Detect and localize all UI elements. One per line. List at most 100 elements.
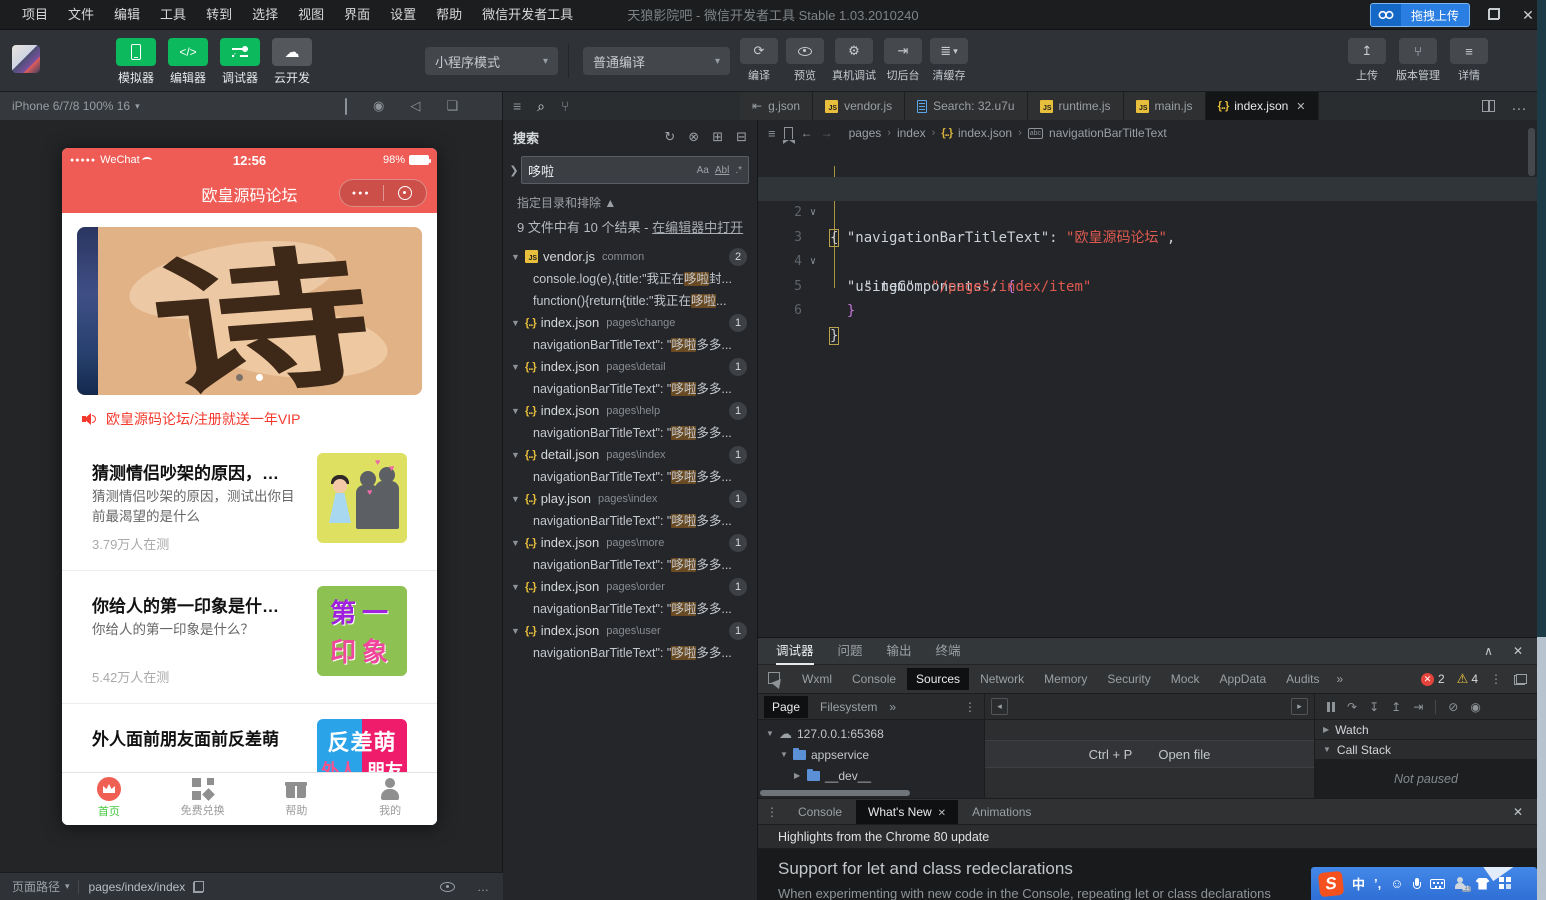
tree-toggle-icon[interactable]: ▼ <box>511 252 523 262</box>
deactivate-breakpoints-icon[interactable]: ⊘ <box>1448 700 1458 714</box>
tree-toggle-icon[interactable]: ▶ <box>794 771 802 780</box>
devtools-tab-wxml[interactable]: Wxml <box>793 668 841 690</box>
tree-toggle-icon[interactable]: ▼ <box>511 538 523 548</box>
result-file-row[interactable]: ▼ JS vendor.js common 2 <box>503 246 757 268</box>
menu-goto[interactable]: 转到 <box>196 0 242 30</box>
visibility-icon[interactable] <box>440 881 455 892</box>
section-toggle-icon[interactable]: ▶ <box>1323 725 1329 734</box>
sources-tab-page[interactable]: Page <box>764 695 809 718</box>
whole-word-icon[interactable]: Abl <box>715 165 729 176</box>
result-file-row[interactable]: ▼ {..} index.json pages\change 1 <box>503 312 757 334</box>
page-path-label[interactable]: 页面路径 <box>12 878 60 895</box>
user-badge-icon[interactable]: 21 <box>1454 877 1471 892</box>
tree-toggle-icon[interactable]: ▼ <box>511 362 523 372</box>
result-match-row[interactable]: navigationBarTitleText": "哆啦多多... <box>503 642 757 664</box>
result-file-row[interactable]: ▼ {..} index.json pages\user 1 <box>503 620 757 642</box>
version-manage-button[interactable]: ⑂ 版本管理 <box>1396 38 1440 83</box>
microphone-icon[interactable] <box>1412 877 1421 890</box>
split-editor-icon[interactable] <box>1482 100 1495 112</box>
menu-select[interactable]: 选择 <box>242 0 288 30</box>
next-panel-icon[interactable]: ▸ <box>1291 698 1308 715</box>
forward-icon[interactable]: → <box>821 126 833 140</box>
devtools-tab-network[interactable]: Network <box>971 668 1033 690</box>
drag-upload-button[interactable]: 拖拽上传 <box>1369 3 1470 27</box>
step-into-icon[interactable]: ↧ <box>1369 700 1379 714</box>
tab-g-json[interactable]: ⇤ g.json <box>740 92 814 120</box>
tabbar-exchange[interactable]: 免费兑换 <box>156 773 250 822</box>
clear-cache-button[interactable]: ≣ ▾ 清缓存 <box>930 38 968 83</box>
dir-filter-toggle[interactable]: 指定目录和排除 ▲ <box>503 190 757 213</box>
match-case-icon[interactable]: Aa <box>697 165 709 176</box>
preview-button[interactable]: 预览 <box>786 38 824 83</box>
watch-section[interactable]: ▶ Watch <box>1315 720 1537 740</box>
inspect-icon[interactable] <box>768 671 783 687</box>
banner-carousel[interactable]: 诗 <box>77 227 422 395</box>
result-file-row[interactable]: ▼ {..} play.json pages\index 1 <box>503 488 757 510</box>
section-toggle-icon[interactable]: ▼ <box>1323 745 1331 754</box>
sidebar-menu-icon[interactable]: ⋮ <box>964 700 976 714</box>
tree-toggle-icon[interactable]: ▼ <box>780 750 788 759</box>
panel-tab-debugger[interactable]: 调试器 <box>776 638 814 665</box>
emoji-icon[interactable]: ☺ <box>1390 876 1403 891</box>
drawer-tab-whats-new[interactable]: What's New ✕ <box>856 799 959 824</box>
record-icon[interactable]: ◉ <box>373 98 384 114</box>
chinese-mode-icon[interactable]: 中 <box>1352 874 1365 893</box>
drawer-tab-animations[interactable]: Animations <box>960 800 1043 824</box>
compile-button[interactable]: ⟳ 编译 <box>740 38 778 83</box>
exit-target-icon[interactable] <box>397 186 412 200</box>
result-match-row[interactable]: navigationBarTitleText": "哆啦多多... <box>503 422 757 444</box>
editor-toggle-button[interactable]: </> 编辑器 <box>168 38 208 86</box>
remote-debug-button[interactable]: ⚙ 真机调试 <box>832 38 876 83</box>
drawer-menu-icon[interactable]: ⋮ <box>766 805 778 819</box>
menu-settings[interactable]: 设置 <box>380 0 426 30</box>
result-file-row[interactable]: ▼ {..} detail.json pages\index 1 <box>503 444 757 466</box>
cloud-dev-button[interactable]: ☁ 云开发 <box>272 38 312 86</box>
result-match-row[interactable]: navigationBarTitleText": "哆啦多多... <box>503 598 757 620</box>
undock-icon[interactable] <box>1514 673 1527 685</box>
quiz-card[interactable]: 你给人的第一印象是什… 你给人的第一印象是什么？ 5.42万人在测 第一 印象 <box>62 571 437 704</box>
outline-icon[interactable]: ≡ <box>768 126 776 141</box>
devtools-tab-security[interactable]: Security <box>1098 668 1159 690</box>
menu-dots-icon[interactable]: ●●● <box>340 190 383 197</box>
menu-help[interactable]: 帮助 <box>426 0 472 30</box>
refresh-icon[interactable]: ↻ <box>664 129 675 145</box>
result-match-row[interactable]: navigationBarTitleText": "哆啦多多... <box>503 378 757 400</box>
tree-toggle-icon[interactable]: ▼ <box>511 450 523 460</box>
result-match-row[interactable]: navigationBarTitleText": "哆啦多多... <box>503 466 757 488</box>
expand-replace-icon[interactable]: ❯ <box>507 164 521 177</box>
close-panel-icon[interactable]: ✕ <box>1513 644 1523 658</box>
pause-icon[interactable] <box>1327 701 1335 712</box>
more-options-icon[interactable]: … <box>477 880 489 894</box>
panel-tab-problems[interactable]: 问题 <box>838 638 863 665</box>
tree-item-appservice[interactable]: ▼ appservice <box>758 744 984 765</box>
open-file-hint[interactable]: Ctrl + P Open file <box>985 740 1314 768</box>
open-in-editor-link[interactable]: 在编辑器中打开 <box>652 220 743 235</box>
more-actions-icon[interactable]: … <box>1511 97 1527 115</box>
menu-edit[interactable]: 编辑 <box>104 0 150 30</box>
device-selector[interactable]: iPhone 6/7/8 100% 16 <box>0 99 130 113</box>
code-line-current[interactable]: 2 "navigationBarTitleText": "欧皇源码论坛", <box>758 176 1537 246</box>
git-branch-icon[interactable]: ⑂ <box>561 98 569 114</box>
capsule-menu[interactable]: ●●● <box>339 179 427 207</box>
tree-toggle-icon[interactable]: ▼ <box>511 582 523 592</box>
tab-vendor-js[interactable]: JS vendor.js <box>813 92 906 120</box>
result-file-row[interactable]: ▼ {..} index.json pages\detail 1 <box>503 356 757 378</box>
skin-icon[interactable] <box>1475 877 1490 890</box>
file-list-icon[interactable]: ≡ <box>513 98 521 114</box>
breadcrumb-item[interactable]: pages <box>849 126 882 140</box>
result-file-row[interactable]: ▼ {..} index.json pages\order 1 <box>503 576 757 598</box>
error-count[interactable]: ✕ 2 <box>1420 672 1445 686</box>
toolbox-icon[interactable] <box>1498 877 1512 890</box>
open-in-editor-icon[interactable]: ⊞ <box>712 129 723 145</box>
tree-toggle-icon[interactable]: ▼ <box>511 406 523 416</box>
code-line[interactable]: 1 ∨ { <box>758 152 1537 247</box>
bookmark-icon[interactable] <box>783 127 796 144</box>
debugger-toggle-button[interactable]: 调试器 <box>220 38 260 86</box>
menu-devtools[interactable]: 微信开发者工具 <box>472 0 583 30</box>
announcement-bar[interactable]: 欧皇源码论坛/注册就送一年VIP <box>82 409 300 429</box>
background-switch-button[interactable]: ⇥ 切后台 <box>884 38 922 83</box>
result-file-row[interactable]: ▼ {..} index.json pages\more 1 <box>503 532 757 554</box>
result-match-row[interactable]: navigationBarTitleText": "哆啦多多... <box>503 554 757 576</box>
result-match-row[interactable]: console.log(e),{title:"我正在哆啦封... <box>503 268 757 290</box>
horizontal-scrollbar[interactable] <box>760 790 910 796</box>
